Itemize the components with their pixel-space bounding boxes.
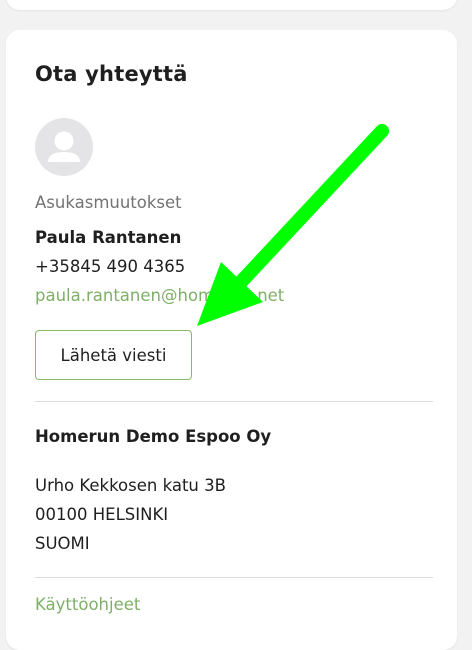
send-message-button[interactable]: Lähetä viesti	[35, 330, 192, 380]
next-section-link[interactable]: Käyttöohjeet	[35, 595, 140, 614]
user-avatar-icon	[35, 118, 93, 176]
divider	[35, 577, 433, 578]
contact-title: Ota yhteyttä	[35, 62, 188, 86]
contact-role: Asukasmuutokset	[35, 193, 182, 212]
contact-name: Paula Rantanen	[35, 228, 182, 247]
contact-email-link[interactable]: paula.rantanen@homerun.net	[35, 286, 284, 305]
contact-phone[interactable]: +35845 490 4365	[35, 257, 185, 276]
previous-card	[6, 0, 457, 10]
address-street: Urho Kekkosen katu 3B	[35, 476, 226, 495]
address-country: SUOMI	[35, 534, 90, 553]
address-postal: 00100 HELSINKI	[35, 505, 169, 524]
company-name: Homerun Demo Espoo Oy	[35, 427, 272, 446]
divider	[35, 401, 433, 402]
contact-card: Ota yhteyttä Asukasmuutokset Paula Ranta…	[6, 30, 457, 650]
